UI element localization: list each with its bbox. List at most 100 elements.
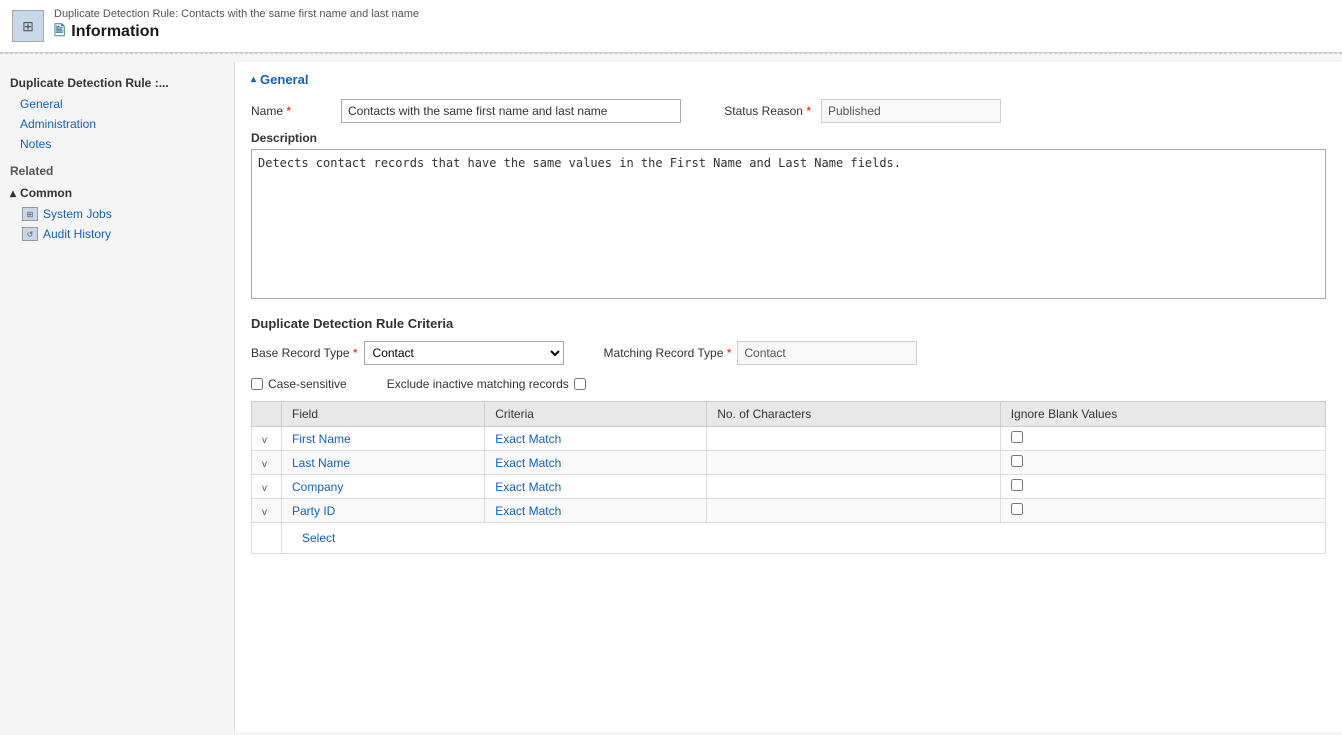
name-status-row: Name * Status Reason * bbox=[251, 99, 1326, 123]
field-cell: Party ID bbox=[282, 499, 485, 523]
criteria-cell: Exact Match bbox=[485, 427, 707, 451]
ignore-blank-cell bbox=[1000, 475, 1325, 499]
field-link[interactable]: Last Name bbox=[292, 456, 350, 470]
criteria-link[interactable]: Exact Match bbox=[495, 432, 561, 446]
content-area: ▴ General Name * Status Reason * Descrip… bbox=[235, 62, 1342, 732]
field-link[interactable]: Company bbox=[292, 480, 343, 494]
system-jobs-icon: ⊞ bbox=[22, 207, 38, 221]
ignore-blank-checkbox[interactable] bbox=[1011, 503, 1023, 515]
expand-icon: v bbox=[262, 483, 267, 494]
sidebar-item-audit-history[interactable]: ↺ Audit History bbox=[0, 224, 234, 244]
exclude-inactive-label: Exclude inactive matching records bbox=[387, 377, 569, 391]
header-title-icon: 🖹 bbox=[54, 20, 65, 44]
col-field: Field bbox=[282, 402, 485, 427]
sidebar-item-system-jobs[interactable]: ⊞ System Jobs bbox=[0, 204, 234, 224]
num-chars-cell bbox=[707, 427, 1000, 451]
header-title-group: Duplicate Detection Rule: Contacts with … bbox=[54, 8, 419, 44]
main-layout: Duplicate Detection Rule :... General Ad… bbox=[0, 62, 1342, 732]
ignore-blank-cell bbox=[1000, 451, 1325, 475]
name-label: Name * bbox=[251, 104, 331, 118]
criteria-section-title: Duplicate Detection Rule Criteria bbox=[251, 316, 1326, 331]
col-num-chars: No. of Characters bbox=[707, 402, 1000, 427]
exclude-inactive-field: Exclude inactive matching records bbox=[387, 377, 587, 391]
ignore-blank-checkbox[interactable] bbox=[1011, 479, 1023, 491]
criteria-cell: Exact Match bbox=[485, 451, 707, 475]
field-cell: First Name bbox=[282, 427, 485, 451]
sidebar-item-system-jobs-label: System Jobs bbox=[43, 207, 112, 221]
base-record-type-group: Base Record Type * Contact bbox=[251, 341, 564, 365]
case-sensitive-field: Case-sensitive bbox=[251, 377, 347, 391]
ignore-blank-checkbox[interactable] bbox=[1011, 431, 1023, 443]
field-cell: Last Name bbox=[282, 451, 485, 475]
num-chars-cell bbox=[707, 499, 1000, 523]
base-record-type-select[interactable]: Contact bbox=[364, 341, 564, 365]
table-select-row: Select bbox=[252, 523, 1326, 554]
expand-cell: v bbox=[252, 427, 282, 451]
criteria-form-row: Base Record Type * Contact Matching Reco… bbox=[251, 341, 1326, 365]
sidebar-item-administration[interactable]: Administration bbox=[0, 114, 234, 134]
general-triangle-icon: ▴ bbox=[251, 74, 256, 85]
status-required: * bbox=[806, 104, 811, 118]
header: ⊞ Duplicate Detection Rule: Contacts wit… bbox=[0, 0, 1342, 53]
expand-cell: v bbox=[252, 475, 282, 499]
field-link[interactable]: First Name bbox=[292, 432, 351, 446]
status-reason-input bbox=[821, 99, 1001, 123]
case-sensitive-label: Case-sensitive bbox=[268, 377, 347, 391]
base-record-type-label: Base Record Type * bbox=[251, 346, 358, 360]
select-link[interactable]: Select bbox=[292, 527, 345, 549]
header-app-icon: ⊞ bbox=[12, 10, 44, 42]
table-header-row: Field Criteria No. of Characters Ignore … bbox=[252, 402, 1326, 427]
expand-cell: v bbox=[252, 499, 282, 523]
sidebar-common-title-text: Common bbox=[20, 186, 72, 200]
description-textarea[interactable]: Detects contact records that have the sa… bbox=[251, 149, 1326, 299]
table-row: v Company Exact Match bbox=[252, 475, 1326, 499]
sidebar-item-audit-history-label: Audit History bbox=[43, 227, 111, 241]
num-chars-cell bbox=[707, 451, 1000, 475]
expand-icon: v bbox=[262, 507, 267, 518]
sidebar-common-section: ▴ Common bbox=[0, 182, 234, 204]
select-cell: Select bbox=[282, 523, 1326, 554]
matching-record-type-group: Matching Record Type * bbox=[604, 341, 918, 365]
field-cell: Company bbox=[282, 475, 485, 499]
criteria-link[interactable]: Exact Match bbox=[495, 480, 561, 494]
audit-history-icon: ↺ bbox=[22, 227, 38, 241]
criteria-table: Field Criteria No. of Characters Ignore … bbox=[251, 401, 1326, 554]
sidebar-nav-title: Duplicate Detection Rule :... bbox=[0, 70, 234, 94]
criteria-link[interactable]: Exact Match bbox=[495, 456, 561, 470]
exclude-inactive-checkbox[interactable] bbox=[574, 378, 586, 390]
col-ignore-blank: Ignore Blank Values bbox=[1000, 402, 1325, 427]
sidebar-item-general[interactable]: General bbox=[0, 94, 234, 114]
name-input[interactable] bbox=[341, 99, 681, 123]
select-expand-cell bbox=[252, 523, 282, 554]
sidebar-item-notes[interactable]: Notes bbox=[0, 134, 234, 154]
header-title: 🖹 Information bbox=[54, 20, 419, 44]
expand-cell: v bbox=[252, 451, 282, 475]
matching-required: * bbox=[727, 346, 732, 360]
name-required: * bbox=[286, 104, 291, 118]
ignore-blank-cell bbox=[1000, 499, 1325, 523]
field-link[interactable]: Party ID bbox=[292, 504, 335, 518]
criteria-cell: Exact Match bbox=[485, 475, 707, 499]
num-chars-cell bbox=[707, 475, 1000, 499]
expand-icon: v bbox=[262, 459, 267, 470]
header-subtitle: Duplicate Detection Rule: Contacts with … bbox=[54, 8, 419, 20]
matching-record-type-input bbox=[737, 341, 917, 365]
case-sensitive-checkbox[interactable] bbox=[251, 378, 263, 390]
general-section-title: General bbox=[260, 72, 308, 87]
table-row: v Last Name Exact Match bbox=[252, 451, 1326, 475]
table-row: v Party ID Exact Match bbox=[252, 499, 1326, 523]
col-criteria: Criteria bbox=[485, 402, 707, 427]
ignore-blank-cell bbox=[1000, 427, 1325, 451]
base-required: * bbox=[353, 346, 358, 360]
description-label: Description bbox=[251, 131, 1326, 145]
col-expand bbox=[252, 402, 282, 427]
criteria-cell: Exact Match bbox=[485, 499, 707, 523]
status-reason-label: Status Reason * bbox=[691, 104, 811, 118]
criteria-link[interactable]: Exact Match bbox=[495, 504, 561, 518]
expand-icon: v bbox=[262, 435, 267, 446]
general-section-header: ▴ General bbox=[251, 72, 1326, 87]
header-title-text: Information bbox=[71, 23, 159, 41]
ignore-blank-checkbox[interactable] bbox=[1011, 455, 1023, 467]
sidebar-related-title: Related bbox=[0, 154, 234, 182]
table-row: v First Name Exact Match bbox=[252, 427, 1326, 451]
